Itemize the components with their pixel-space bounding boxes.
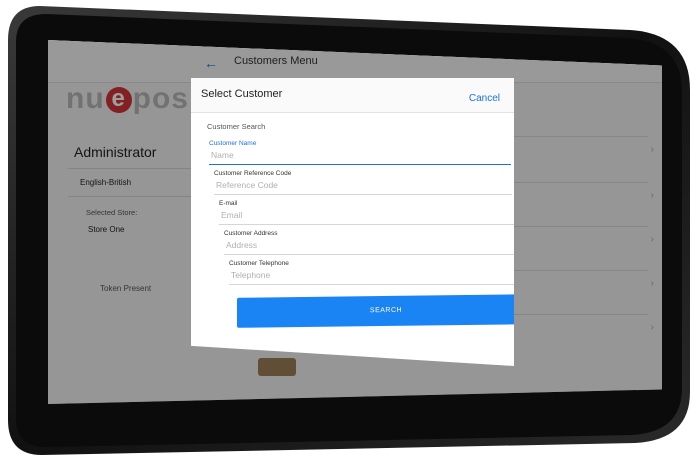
section-label: Customer Search bbox=[207, 122, 266, 131]
field-underline bbox=[219, 224, 514, 225]
field-label: Customer Telephone bbox=[229, 260, 289, 267]
field-underline bbox=[209, 164, 511, 165]
search-button[interactable]: SEARCH bbox=[237, 294, 514, 328]
select-customer-dialog: Select Customer Cancel Customer Search C… bbox=[191, 78, 514, 366]
dialog-title: Select Customer bbox=[201, 88, 283, 100]
reference-code-field[interactable]: Customer Reference Code Reference Code bbox=[214, 170, 512, 196]
telephone-field[interactable]: Customer Telephone Telephone bbox=[229, 260, 514, 286]
field-placeholder: Address bbox=[226, 240, 258, 250]
field-underline bbox=[214, 194, 512, 195]
field-label: Customer Name bbox=[209, 140, 257, 147]
field-label: Customer Reference Code bbox=[214, 170, 292, 177]
customer-name-field[interactable]: Customer Name Name bbox=[209, 140, 511, 166]
field-placeholder: Reference Code bbox=[216, 180, 278, 190]
field-placeholder: Name bbox=[211, 150, 234, 160]
email-field[interactable]: E-mail Email bbox=[219, 200, 514, 226]
address-field[interactable]: Customer Address Address bbox=[224, 230, 514, 256]
field-label: Customer Address bbox=[224, 230, 278, 237]
field-underline bbox=[229, 284, 514, 285]
field-label: E-mail bbox=[219, 200, 238, 207]
dialog-header: Select Customer Cancel bbox=[191, 78, 514, 113]
field-placeholder: Email bbox=[221, 210, 243, 220]
field-underline bbox=[224, 254, 514, 255]
tablet-device: ← Customers Menu nu e pos Administrator En… bbox=[0, 0, 700, 457]
field-placeholder: Telephone bbox=[231, 270, 271, 280]
cancel-button[interactable]: Cancel bbox=[469, 93, 500, 104]
